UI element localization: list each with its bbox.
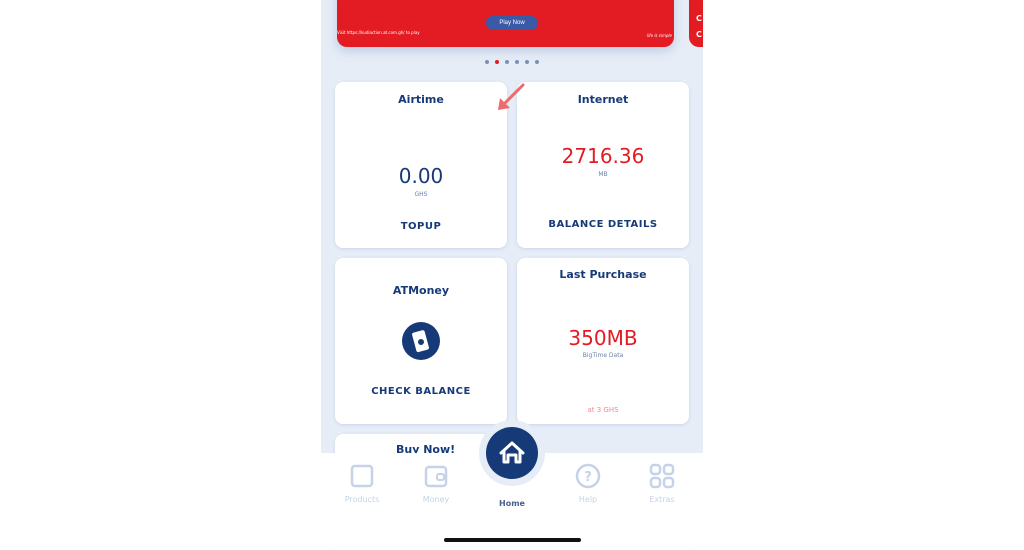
topup-button[interactable]: TOPUP: [335, 221, 507, 232]
wallet-icon: [424, 465, 448, 488]
grid-icon: [649, 463, 675, 489]
airtime-unit: GHS: [414, 191, 428, 198]
home-icon: [499, 441, 525, 464]
play-now-button[interactable]: Play Now: [486, 16, 538, 30]
nav-label: Extras: [649, 495, 675, 504]
last-purchase-title: Last Purchase: [559, 268, 647, 281]
nav-label: Home: [499, 499, 525, 508]
carousel-dot-active[interactable]: [495, 60, 499, 64]
last-purchase-subtitle: BigTime Data: [582, 352, 624, 359]
nav-products[interactable]: Products: [332, 463, 392, 504]
atmoney-icon: [402, 322, 440, 360]
home-indicator: [444, 538, 581, 542]
atmoney-title: ATMoney: [392, 284, 450, 297]
last-purchase-price: at 3 GHS: [587, 406, 619, 414]
next-promo-banner[interactable]: CC: [689, 0, 703, 47]
carousel-dots[interactable]: [485, 60, 539, 64]
last-purchase-value: 350MB: [568, 326, 638, 350]
nav-help[interactable]: ? Help: [558, 463, 618, 504]
airtime-title: Airtime: [398, 93, 444, 106]
carousel-dot[interactable]: [485, 60, 489, 64]
check-balance-button[interactable]: CHECK BALANCE: [335, 386, 507, 397]
nav-money[interactable]: Money: [406, 463, 466, 504]
atmoney-card[interactable]: ATMoney CHECK BALANCE: [335, 258, 507, 424]
carousel-dot[interactable]: [515, 60, 519, 64]
nav-label: Products: [344, 495, 380, 504]
last-purchase-card[interactable]: Last Purchase 350MB BigTime Data at 3 GH…: [517, 258, 689, 424]
banner-visit-text: Visit https://kudiaction.at.com.gh/ to p…: [337, 30, 420, 35]
airtime-value: 0.00: [398, 164, 444, 188]
box-icon: [350, 464, 374, 488]
balance-details-button[interactable]: BALANCE DETAILS: [517, 219, 689, 230]
help-icon: ?: [575, 463, 601, 489]
svg-text:?: ?: [584, 470, 592, 485]
banner-tagline: life is simple: [646, 33, 672, 38]
carousel-dot[interactable]: [535, 60, 539, 64]
home-button[interactable]: [486, 427, 538, 479]
carousel-dot[interactable]: [525, 60, 529, 64]
carousel-dot[interactable]: [505, 60, 509, 64]
nav-label: Money: [422, 495, 450, 504]
nav-home[interactable]: Home: [482, 499, 542, 508]
nav-label: Help: [578, 495, 598, 504]
promo-banner[interactable]: Play Now Visit https://kudiaction.at.com…: [337, 0, 674, 47]
airtime-card[interactable]: Airtime 0.00 GHS TOPUP: [335, 82, 507, 248]
internet-title: Internet: [577, 93, 629, 106]
internet-card[interactable]: Internet 2716.36 MB BALANCE DETAILS: [517, 82, 689, 248]
nav-extras[interactable]: Extras: [632, 463, 692, 504]
internet-value: 2716.36: [561, 144, 645, 168]
annotation-arrow-icon: [498, 83, 525, 110]
internet-unit: MB: [598, 171, 608, 178]
